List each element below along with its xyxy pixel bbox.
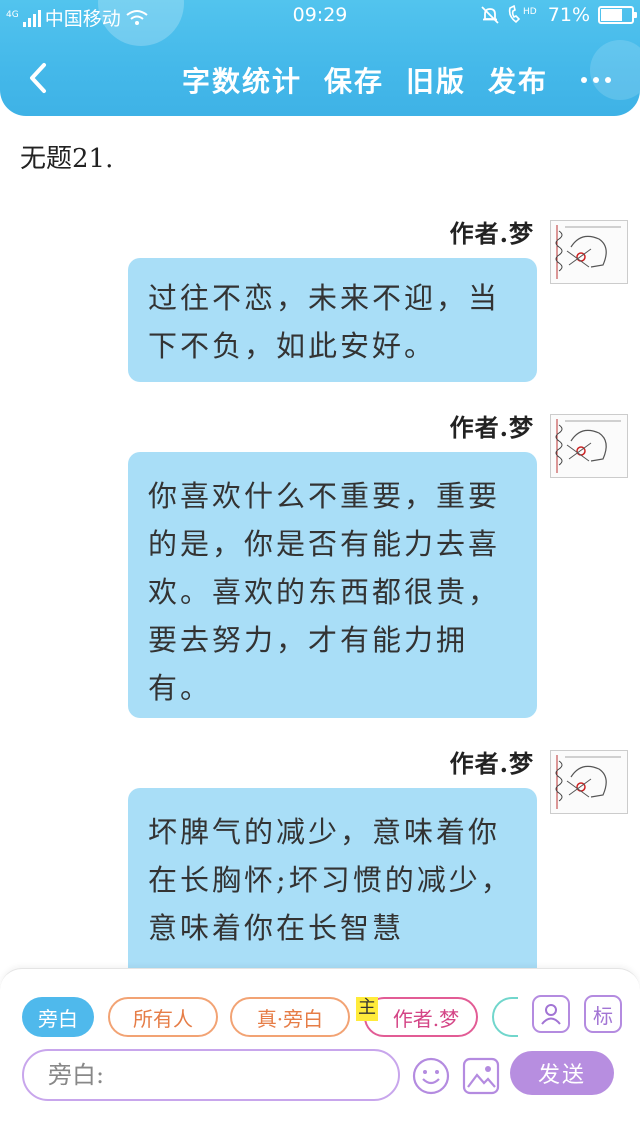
hd-label: HD	[523, 7, 537, 17]
hd-call-icon: HD	[508, 4, 537, 24]
message-author: 作者.梦	[449, 219, 534, 248]
person-card-icon	[541, 1004, 561, 1025]
tag-button[interactable]: 标	[584, 995, 622, 1033]
save-button[interactable]: 保存	[324, 60, 384, 100]
avatar[interactable]	[550, 220, 628, 284]
word-count-button[interactable]: 字数统计	[182, 60, 302, 100]
publish-button[interactable]: 发布	[488, 60, 548, 100]
tag-label: 标	[593, 1003, 613, 1028]
message-text: 你喜欢什么不重要，重要的是，你是否有能力去喜欢。喜欢的东西都很贵，要去努力，才有…	[148, 479, 501, 705]
battery-fill	[601, 9, 622, 21]
old-version-button[interactable]: 旧版	[406, 60, 466, 100]
nav-bar: 字数统计 保存 旧版 发布	[0, 48, 640, 108]
image-icon[interactable]	[462, 1057, 500, 1095]
role-chip-everyone[interactable]: 所有人	[108, 997, 218, 1037]
document-title: 无题21.	[20, 144, 114, 174]
avatar[interactable]	[550, 414, 628, 478]
avatar-drawing-icon	[555, 225, 621, 279]
avatar-drawing-icon	[555, 419, 621, 473]
battery-icon	[598, 6, 637, 24]
message-author: 作者.梦	[449, 749, 534, 778]
smiley-icon[interactable]	[412, 1057, 450, 1095]
message-text: 坏脾气的减少，意味着你在长胸怀;坏习惯的减少，意味着你在长智慧	[148, 815, 513, 945]
role-chip-author[interactable]: 作者.梦	[364, 997, 478, 1037]
nav-actions: 字数统计 保存 旧版 发布	[182, 60, 548, 100]
more-button[interactable]	[574, 60, 618, 100]
role-selector: 旁白 所有人 真·旁白 作者.梦 主	[22, 997, 518, 1037]
main-role-tag: 主	[356, 997, 378, 1021]
message-author: 作者.梦	[449, 413, 534, 442]
send-button[interactable]: 发送	[510, 1051, 614, 1095]
top-header: 4G 中国移动 09:29 HD 71% 字数统计 保存 旧版 发布	[0, 0, 640, 116]
avatar-drawing-icon	[555, 755, 621, 809]
role-chip-more[interactable]	[492, 997, 518, 1037]
mute-bell-icon	[481, 6, 499, 24]
role-chip-narrator[interactable]: 旁白	[22, 997, 94, 1037]
back-button[interactable]	[18, 58, 58, 98]
message-bubble[interactable]: 你喜欢什么不重要，重要的是，你是否有能力去喜欢。喜欢的东西都很贵，要去努力，才有…	[128, 452, 537, 718]
role-chip-true-narrator[interactable]: 真·旁白	[230, 997, 350, 1037]
message-input[interactable]	[22, 1049, 400, 1101]
chevron-left-icon	[30, 63, 46, 93]
avatar[interactable]	[550, 750, 628, 814]
composer-panel: 旁白 所有人 真·旁白 作者.梦 主 标 发送	[0, 968, 640, 1138]
status-bar: 4G 中国移动 09:29 HD 71%	[0, 0, 640, 34]
battery-percent: 71%	[547, 4, 590, 26]
more-dots-icon	[581, 77, 587, 83]
message-text: 过往不恋，未来不迎，当下不负，如此安好。	[148, 281, 501, 363]
role-manage-button[interactable]	[532, 995, 570, 1033]
message-bubble[interactable]: 过往不恋，未来不迎，当下不负，如此安好。	[128, 258, 537, 382]
